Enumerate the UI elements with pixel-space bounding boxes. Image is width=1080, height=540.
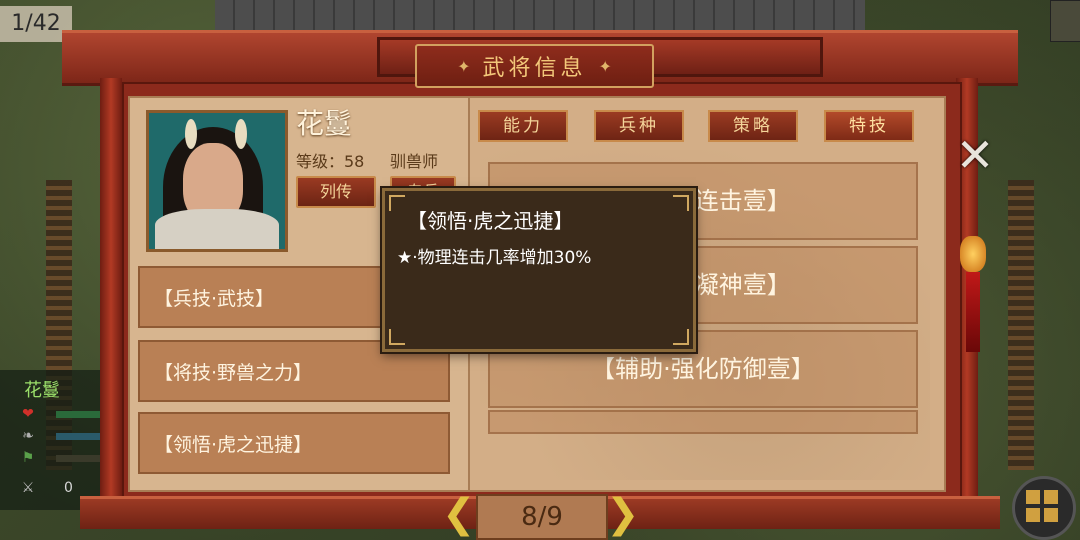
tab-ability[interactable]: 能力 — [478, 110, 568, 142]
feather-icon: ❧ — [22, 428, 34, 444]
tooltip-title: 【领悟·虎之迅捷】 — [407, 209, 574, 233]
lantern-decoration — [960, 236, 986, 272]
sword-icon: ⚔ — [21, 480, 35, 496]
portrait-fur — [155, 209, 279, 249]
hp-row: ❤ — [18, 406, 116, 422]
grid-menu-icon — [1044, 508, 1058, 522]
grid-menu-button[interactable] — [1012, 476, 1076, 540]
hero-portrait — [146, 110, 288, 252]
side-hero-status[interactable]: 花鬘 ❤ ❧ ⚑ ⚔ 0 — [0, 370, 116, 510]
right-skill-item-partial[interactable] — [488, 410, 918, 434]
hero-name: 花鬘 — [296, 107, 353, 140]
biography-button[interactable]: 列传 — [296, 176, 376, 208]
flag-icon: ⚑ — [21, 450, 35, 466]
grid-menu-icon — [1044, 490, 1058, 504]
tab-troop-type[interactable]: 兵种 — [594, 110, 684, 142]
window-title: 武将信息 — [482, 56, 587, 81]
heart-icon: ❤ — [22, 406, 34, 422]
left-skill-item[interactable]: 【领悟·虎之迅捷】 — [138, 412, 450, 474]
chevron-left-icon[interactable]: ❮ — [442, 492, 476, 536]
side-hero-name: 花鬘 — [24, 380, 60, 401]
tassel-decoration — [966, 272, 980, 352]
title-ornament-icon: ✦ — [457, 56, 471, 76]
mp-row: ❧ — [18, 428, 116, 444]
title-ornament-icon: ✦ — [598, 56, 612, 76]
tooltip-corner — [389, 329, 405, 345]
fence-decoration — [1008, 180, 1034, 470]
grid-menu-icon — [1026, 490, 1040, 504]
close-icon[interactable]: ✕ — [952, 132, 998, 178]
portrait-feather — [185, 119, 197, 149]
page-indicator: 8/9 — [476, 494, 608, 540]
sword-row: ⚔ 0 — [18, 480, 108, 496]
hero-level: 等级：58 — [296, 152, 365, 171]
tooltip-corner — [389, 195, 405, 211]
tooltip-corner — [673, 329, 689, 345]
tab-special-skill[interactable]: 特技 — [824, 110, 914, 142]
tooltip-description: ★·物理连击几率增加30% — [397, 248, 592, 268]
building-icon[interactable] — [1050, 0, 1080, 42]
tab-strategy[interactable]: 策略 — [708, 110, 798, 142]
grid-menu-icon — [1026, 508, 1040, 522]
troop-row: ⚑ — [18, 450, 116, 466]
sword-count: 0 — [64, 480, 73, 496]
tooltip-corner — [673, 195, 689, 211]
chevron-right-icon[interactable]: ❯ — [606, 492, 640, 536]
window-title-plate: ✦ 武将信息 ✦ — [415, 44, 654, 88]
portrait-feather — [235, 119, 247, 149]
skill-tooltip: 【领悟·虎之迅捷】 ★·物理连击几率增加30% — [382, 188, 696, 352]
left-pillar — [100, 78, 122, 508]
hero-class: 驯兽师 — [390, 152, 439, 171]
